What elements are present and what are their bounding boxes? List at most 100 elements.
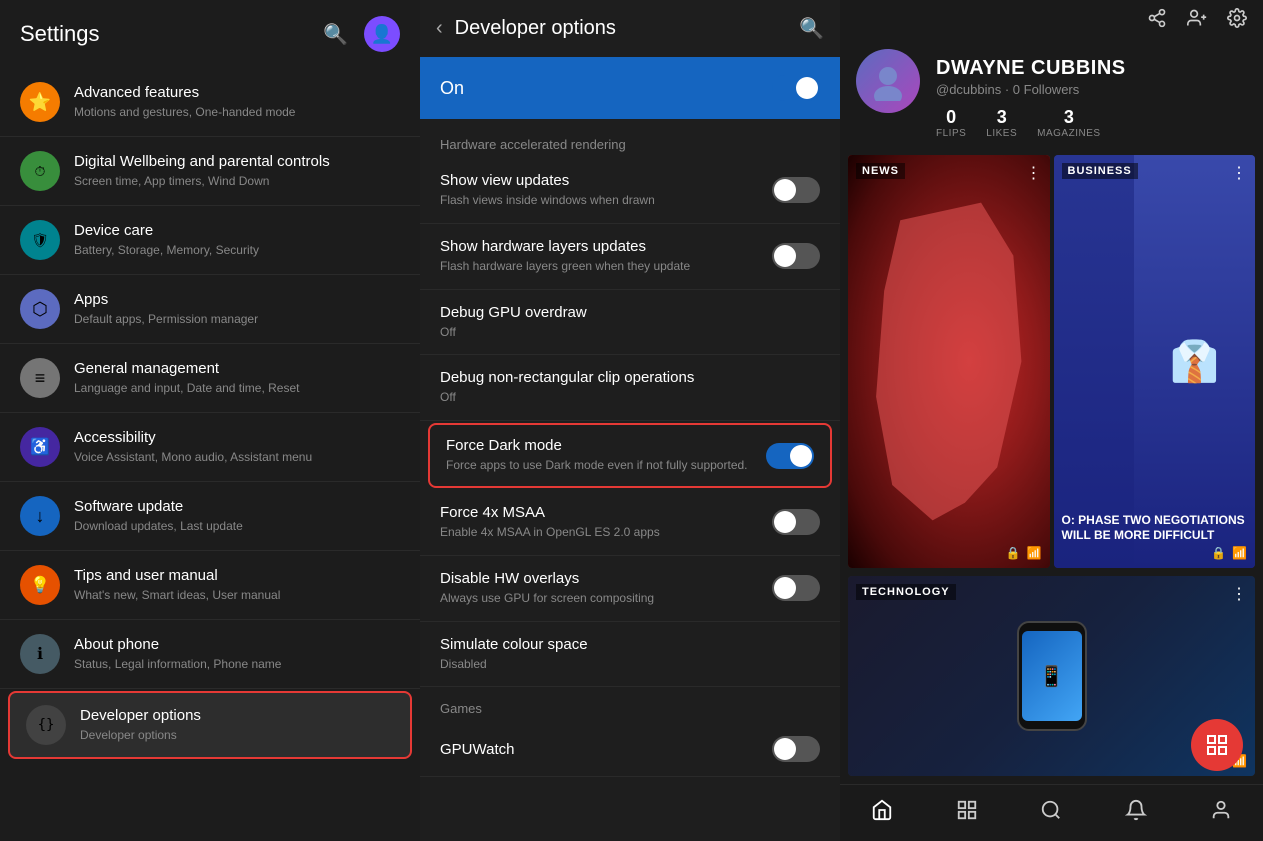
apps-label: Apps [74,290,400,310]
add-person-icon[interactable] [1187,8,1207,33]
nav-bell-icon[interactable] [1117,795,1155,831]
nav-grid-icon[interactable] [948,795,986,831]
advanced-features-sublabel: Motions and gestures, One-handed mode [74,105,400,121]
show-view-updates-sublabel: Flash views inside windows when drawn [440,192,760,209]
show-hardware-layers-label: Show hardware layers updates [440,238,760,255]
dev-item-show-hardware-layers[interactable]: Show hardware layers updates Flash hardw… [420,224,840,290]
on-label: On [440,78,464,99]
simulate-colour-space-label: Simulate colour space [440,636,808,653]
digital-wellbeing-sublabel: Screen time, App timers, Wind Down [74,174,400,190]
news-card[interactable]: NEWS ⋮ 🔒 📶 [848,155,1050,568]
profile-handle: @dcubbins · 0 Followers [936,82,1247,97]
sidebar-item-software-update[interactable]: ↓ Software update Download updates, Last… [0,482,420,551]
likes-count: 3 [986,107,1017,128]
force-4x-msaa-label: Force 4x MSAA [440,504,760,521]
debug-gpu-overdraw-label: Debug GPU overdraw [440,304,808,321]
sidebar-item-about-phone[interactable]: ℹ About phone Status, Legal information,… [0,620,420,689]
apps-sublabel: Default apps, Permission manager [74,312,400,328]
dev-panel-header: ‹ Developer options 🔍 [420,0,840,57]
settings-avatar[interactable]: 👤 [364,16,400,52]
force-4x-msaa-sublabel: Enable 4x MSAA in OpenGL ES 2.0 apps [440,524,760,541]
sidebar-item-apps[interactable]: ⬡ Apps Default apps, Permission manager [0,275,420,344]
dev-options-list: On Hardware accelerated rendering Show v… [420,57,840,841]
nav-search-icon[interactable] [1032,795,1070,831]
business-card-text: O: PHASE TWO NEGOTIATIONS WILL BE MORE D… [1062,513,1248,544]
sidebar-item-general-management[interactable]: ≡ General management Language and input,… [0,344,420,413]
settings-panel: Settings 🔍 👤 ⭐ Advanced features Motions… [0,0,420,841]
sidebar-item-tips[interactable]: 💡 Tips and user manual What's new, Smart… [0,551,420,620]
stat-flips: 0 FLIPS [936,107,966,139]
sidebar-item-accessibility[interactable]: ♿ Accessibility Voice Assistant, Mono au… [0,413,420,482]
likes-label: LIKES [986,128,1017,139]
disable-hw-overlays-sublabel: Always use GPU for screen compositing [440,590,760,607]
news-card-menu[interactable]: ⋮ [1026,163,1042,183]
sidebar-item-advanced-features[interactable]: ⭐ Advanced features Motions and gestures… [0,68,420,137]
debug-non-rectangular-sublabel: Off [440,389,808,406]
on-toggle[interactable] [772,75,820,101]
on-toggle-row[interactable]: On [420,57,840,119]
avatar [856,49,920,113]
dev-item-debug-non-rectangular[interactable]: Debug non-rectangular clip operations Of… [420,355,840,421]
magazines-count: 3 [1037,107,1100,128]
profile-section: DWAYNE CUBBINS @dcubbins · 0 Followers 0… [840,41,1263,151]
bottom-navigation [840,784,1263,841]
settings-list: ⭐ Advanced features Motions and gestures… [0,68,420,841]
settings-icon[interactable] [1227,8,1247,33]
sidebar-item-developer-options[interactable]: {} Developer options Developer options [8,691,412,759]
dev-item-gpuwatch[interactable]: GPUWatch [420,722,840,777]
accessibility-label: Accessibility [74,428,400,448]
dev-item-force-4x-msaa[interactable]: Force 4x MSAA Enable 4x MSAA in OpenGL E… [420,490,840,556]
tips-sublabel: What's new, Smart ideas, User manual [74,588,400,604]
gpuwatch-label: GPUWatch [440,741,760,758]
about-phone-sublabel: Status, Legal information, Phone name [74,657,400,673]
simulate-colour-space-sublabel: Disabled [440,656,808,673]
stat-likes: 3 LIKES [986,107,1017,139]
back-button[interactable]: ‹ [436,17,443,40]
digital-wellbeing-label: Digital Wellbeing and parental controls [74,152,400,172]
dev-item-show-view-updates[interactable]: Show view updates Flash views inside win… [420,158,840,224]
force-dark-mode-toggle[interactable] [766,443,814,469]
lock-icon-biz: 🔒 [1211,546,1226,560]
sidebar-item-device-care[interactable]: 🛡 Device care Battery, Storage, Memory, … [0,206,420,275]
business-card-menu[interactable]: ⋮ [1231,163,1247,183]
dev-item-simulate-colour-space[interactable]: Simulate colour space Disabled [420,622,840,688]
fab-button[interactable] [1191,719,1243,771]
tech-card-menu[interactable]: ⋮ [1231,584,1247,604]
wifi-icon-biz: 📶 [1232,546,1247,560]
debug-gpu-overdraw-sublabel: Off [440,324,808,341]
business-card-label: BUSINESS [1062,163,1138,179]
magazines-label: MAGAZINES [1037,128,1100,139]
software-update-label: Software update [74,497,400,517]
nav-home-icon[interactable] [863,795,901,831]
general-management-label: General management [74,359,400,379]
dev-item-force-dark-mode[interactable]: Force Dark mode Force apps to use Dark m… [428,423,832,488]
settings-search-icon[interactable]: 🔍 [323,22,348,47]
software-update-icon: ↓ [20,496,60,536]
force-4x-msaa-toggle[interactable] [772,509,820,535]
flips-count: 0 [936,107,966,128]
sidebar-item-digital-wellbeing[interactable]: ⏱ Digital Wellbeing and parental control… [0,137,420,206]
hardware-section-header: Hardware accelerated rendering [420,123,840,158]
settings-header-icons: 🔍 👤 [323,16,400,52]
disable-hw-overlays-toggle[interactable] [772,575,820,601]
business-card[interactable]: 👔 BUSINESS ⋮ O: PHASE TWO NEGOTIATIONS W… [1054,155,1256,568]
profile-name: DWAYNE CUBBINS [936,57,1247,80]
dev-search-icon[interactable]: 🔍 [799,16,824,41]
digital-wellbeing-icon: ⏱ [20,151,60,191]
developer-options-sublabel: Developer options [80,728,394,744]
software-update-sublabel: Download updates, Last update [74,519,400,535]
dev-item-disable-hw-overlays[interactable]: Disable HW overlays Always use GPU for s… [420,556,840,622]
accessibility-sublabel: Voice Assistant, Mono audio, Assistant m… [74,450,400,466]
developer-options-icon: {} [26,705,66,745]
games-section-header: Games [420,687,840,722]
show-view-updates-toggle[interactable] [772,177,820,203]
show-hardware-layers-toggle[interactable] [772,243,820,269]
dev-item-debug-gpu-overdraw[interactable]: Debug GPU overdraw Off [420,290,840,356]
general-management-sublabel: Language and input, Date and time, Reset [74,381,400,397]
content-grid-row1: NEWS ⋮ 🔒 📶 👔 BUSINESS ⋮ O: PHASE TWO NEG… [840,151,1263,572]
settings-title: Settings [20,21,100,47]
about-phone-icon: ℹ [20,634,60,674]
nav-person-icon[interactable] [1202,795,1240,831]
gpuwatch-toggle[interactable] [772,736,820,762]
share-icon[interactable] [1147,8,1167,33]
